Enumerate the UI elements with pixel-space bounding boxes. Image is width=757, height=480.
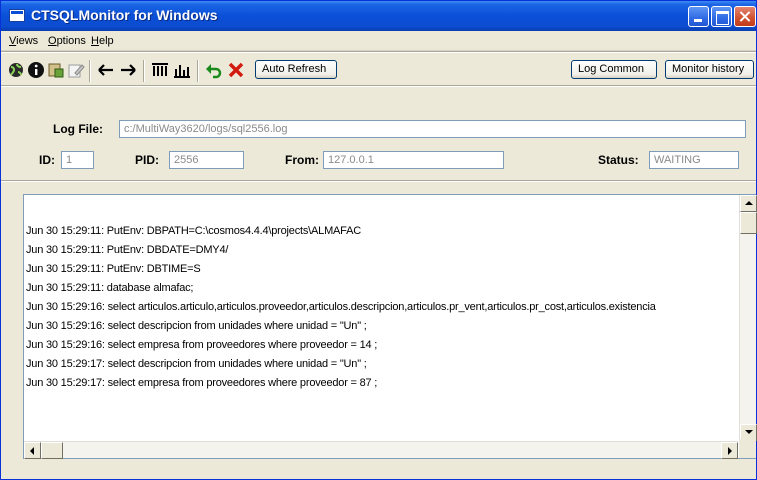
undo-icon[interactable] (205, 61, 223, 79)
bar-chart-icon[interactable] (173, 61, 191, 79)
maximize-button[interactable] (711, 6, 732, 27)
scrollbar-corner (739, 439, 756, 458)
toolbar-separator (143, 60, 145, 82)
toolbar-separator (197, 60, 199, 82)
log-line: Jun 30 15:29:17: select empresa from pro… (26, 377, 378, 389)
scroll-up-button[interactable] (740, 195, 757, 212)
log-line: Jun 30 15:29:11: PutEnv: DBDATE=DMY4/ (26, 244, 229, 256)
globe-icon[interactable] (7, 61, 25, 79)
delete-icon[interactable] (227, 61, 245, 79)
log-line: Jun 30 15:29:17: select descripcion from… (26, 358, 367, 370)
horizontal-scroll-thumb[interactable] (41, 442, 63, 459)
scroll-left-button[interactable] (24, 442, 41, 459)
log-line: Jun 30 15:29:11: PutEnv: DBPATH=C:\cosmo… (26, 225, 361, 237)
title-bar[interactable]: CTSQLMonitor for Windows (1, 1, 756, 31)
status-field[interactable]: WAITING (649, 151, 739, 169)
app-window: CTSQLMonitor for Windows Views Options H… (0, 0, 757, 480)
log-file-label: Log File: (53, 122, 103, 136)
edit-icon[interactable] (67, 61, 85, 79)
log-line: Jun 30 15:29:11: PutEnv: DBTIME=S (26, 263, 201, 275)
close-button[interactable] (734, 6, 756, 27)
status-label: Status: (598, 153, 639, 167)
app-icon (9, 9, 25, 22)
log-lines: Jun 30 15:29:11: PutEnv: DBPATH=C:\cosmo… (26, 222, 738, 393)
toolbar: Auto Refresh Log Common Monitor history (1, 53, 756, 85)
panel-divider (1, 180, 756, 182)
minimize-button[interactable] (688, 6, 709, 27)
arrow-right-icon[interactable] (119, 61, 137, 79)
column-chart-icon[interactable] (151, 61, 169, 79)
arrow-left-icon[interactable] (97, 61, 115, 79)
log-common-button[interactable]: Log Common (571, 60, 657, 79)
monitor-history-button[interactable]: Monitor history (665, 60, 754, 79)
scroll-right-button[interactable] (721, 442, 738, 459)
log-view[interactable]: Jun 30 15:29:11: PutEnv: DBPATH=C:\cosmo… (23, 194, 757, 459)
database-icon[interactable] (47, 61, 65, 79)
log-line: Jun 30 15:29:16: select empresa from pro… (26, 339, 378, 351)
pid-field[interactable]: 2556 (169, 151, 244, 169)
log-line: Jun 30 15:29:16: select articulos.articu… (26, 301, 656, 313)
horizontal-scrollbar[interactable] (24, 441, 738, 459)
vertical-scrollbar[interactable] (739, 195, 757, 441)
log-line: Jun 30 15:29:11: database almafac; (26, 282, 194, 294)
log-file-field[interactable]: c:/MultiWay3620/logs/sql2556.log (119, 120, 746, 138)
vertical-scroll-thumb[interactable] (740, 212, 757, 234)
menu-views[interactable]: Views (9, 35, 38, 47)
from-field[interactable]: 127.0.0.1 (323, 151, 504, 169)
id-label: ID: (39, 153, 55, 167)
id-field[interactable]: 1 (61, 151, 94, 169)
toolbar-bottom-divider (1, 85, 756, 87)
info-icon[interactable] (27, 61, 45, 79)
menu-bar: Views Options Help (1, 31, 756, 51)
pid-label: PID: (135, 153, 159, 167)
toolbar-separator (89, 60, 91, 82)
auto-refresh-button[interactable]: Auto Refresh (255, 60, 337, 79)
from-label: From: (285, 153, 319, 167)
menu-help[interactable]: Help (91, 35, 114, 47)
menu-options[interactable]: Options (48, 35, 86, 47)
window-title: CTSQLMonitor for Windows (31, 7, 218, 23)
log-line: Jun 30 15:29:16: select descripcion from… (26, 320, 367, 332)
